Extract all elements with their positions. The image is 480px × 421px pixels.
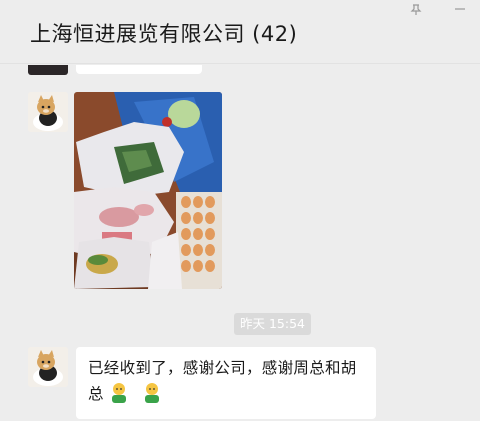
- chat-message-area[interactable]: 昨天 15:54 已经收到了，感谢公司，感谢周总和胡总: [0, 65, 480, 421]
- emoji-row: [108, 381, 364, 407]
- groceries-photo-image: [74, 92, 222, 289]
- photo-of-groceries[interactable]: [74, 92, 222, 289]
- message-timestamp: 昨天 15:54: [234, 313, 311, 335]
- previous-message-bubble[interactable]: [76, 65, 202, 74]
- person-emoji-icon: [145, 383, 160, 403]
- previous-sender-avatar[interactable]: [28, 65, 68, 75]
- minimize-icon[interactable]: [453, 4, 467, 14]
- cat-avatar[interactable]: [28, 347, 68, 387]
- chat-header: 上海恒进展览有限公司 (42): [0, 0, 480, 64]
- text-message-bubble[interactable]: 已经收到了，感谢公司，感谢周总和胡总: [76, 347, 376, 419]
- cat-avatar[interactable]: [28, 92, 68, 132]
- group-title[interactable]: 上海恒进展览有限公司 (42): [30, 18, 297, 48]
- cat-avatar-image: [28, 92, 68, 132]
- person-emoji-icon: [112, 383, 126, 403]
- cat-avatar-image: [28, 347, 68, 387]
- pin-icon[interactable]: [410, 4, 422, 16]
